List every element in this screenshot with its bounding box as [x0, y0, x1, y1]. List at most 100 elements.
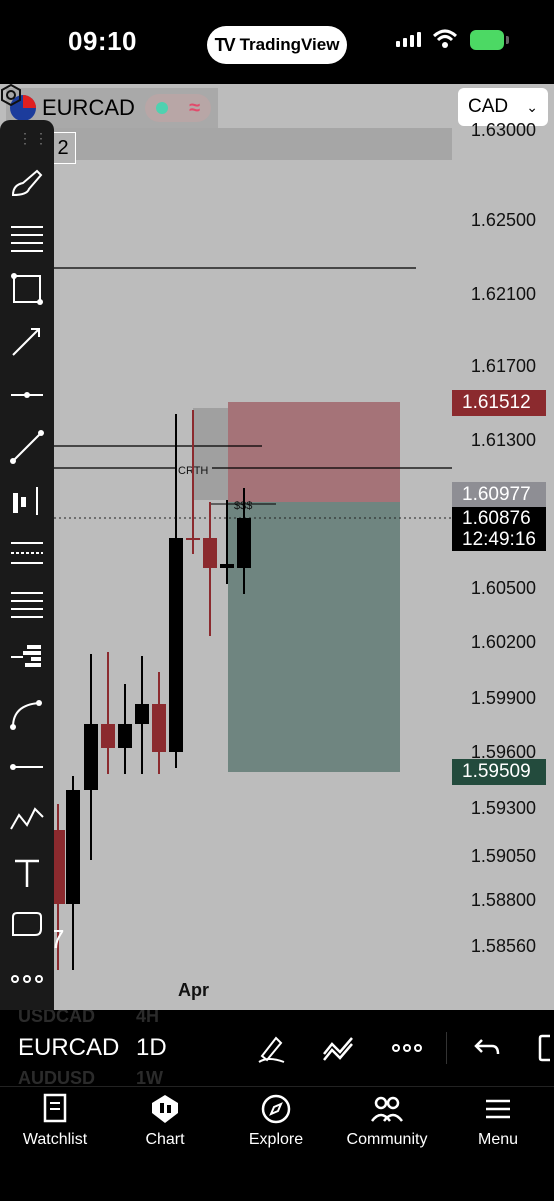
indicator-wave-icon: ≈	[189, 96, 201, 119]
horizontal-lines-tool[interactable]	[8, 218, 46, 256]
current-price-tag: 1.60876 12:49:16	[452, 507, 546, 551]
nav-explore[interactable]: Explore	[221, 1093, 331, 1149]
toolbar-divider	[446, 1032, 447, 1064]
candle-body	[66, 790, 80, 904]
horizontal-line-tool[interactable]	[8, 748, 46, 786]
symbol-name: EURCAD	[42, 95, 135, 120]
chart-area[interactable]: CRTH$$$ EURCAD ≈ 2 CAD ⌄ 1.630001.625001…	[0, 84, 554, 1010]
community-icon	[371, 1096, 403, 1122]
clock: 09:10	[68, 26, 137, 56]
arrow-line-tool[interactable]	[8, 322, 46, 360]
nav-label: Menu	[477, 1131, 519, 1148]
drag-handle-icon[interactable]: ⋮⋮	[18, 130, 50, 147]
candle-body	[237, 518, 251, 568]
status-bar: 09:10 TV TradingView	[0, 0, 554, 84]
pen-icon[interactable]	[256, 1032, 288, 1064]
more-tool[interactable]	[8, 960, 46, 998]
pattern-tool[interactable]	[8, 800, 46, 838]
price-range-icon	[13, 487, 38, 515]
indicator-toggle[interactable]: ≈	[144, 94, 211, 122]
entry-price-tag: 1.60977	[452, 482, 546, 508]
price-axis-label: 1.62100	[470, 284, 536, 304]
candle-body	[169, 538, 183, 752]
indicator-dot-icon	[155, 102, 168, 114]
stop-price-tag: 1.61512	[452, 390, 546, 416]
nav-community[interactable]: Community	[332, 1093, 442, 1149]
brush-icon	[11, 169, 43, 197]
indicators-icon[interactable]	[322, 1032, 356, 1064]
price-axis-label: 1.63000	[470, 120, 536, 140]
horizontal-ray-icon	[11, 392, 43, 398]
candle-body	[186, 538, 200, 540]
rectangle-icon	[11, 273, 43, 305]
callout-icon	[12, 912, 42, 936]
trend-line-tool[interactable]	[8, 428, 46, 466]
tradingview-logo-icon: TV	[214, 34, 236, 55]
menu-icon	[486, 1099, 510, 1119]
undo-icon[interactable]	[472, 1032, 502, 1064]
nav-label: Watchlist	[22, 1131, 88, 1148]
app-pill[interactable]: TV TradingView	[207, 26, 347, 64]
wifi-icon	[432, 29, 458, 48]
current-symbol[interactable]: EURCAD	[18, 1034, 119, 1062]
price-axis-label: 1.58560	[470, 936, 536, 956]
curve-tool[interactable]	[8, 696, 46, 734]
brush-tool[interactable]	[8, 164, 46, 202]
ghost-interval-below: 1W	[136, 1068, 163, 1086]
legend-strip	[54, 128, 452, 160]
date-axis-label: Apr	[178, 980, 209, 1000]
settings-icon[interactable]	[0, 84, 22, 106]
candle-body	[135, 704, 149, 724]
nav-label: Explore	[248, 1131, 304, 1148]
more-options-icon[interactable]	[390, 1032, 424, 1064]
horizontal-ray-tool[interactable]	[8, 376, 46, 414]
chevron-down-icon: ⌄	[526, 98, 538, 115]
current-interval[interactable]: 1D	[136, 1034, 167, 1062]
fib-channel-icon	[11, 542, 43, 564]
nav-chart[interactable]: Chart	[110, 1093, 220, 1149]
price-range-tool[interactable]	[8, 482, 46, 520]
price-axis-label: 1.59900	[470, 688, 536, 708]
grey-zone	[193, 408, 229, 500]
candle-body	[84, 724, 98, 790]
currency-label: CAD	[468, 96, 509, 117]
fib-channel-tool[interactable]	[8, 534, 46, 572]
signal-icon	[396, 32, 421, 47]
volume-profile-tool[interactable]	[8, 638, 46, 676]
nav-watchlist[interactable]: Watchlist	[0, 1093, 110, 1149]
candle-countdown: 12:49:16	[462, 529, 536, 550]
candle-body	[220, 564, 234, 568]
candle-body	[203, 538, 217, 568]
price-axis-label: 1.61700	[470, 356, 536, 376]
trend-line-icon	[10, 430, 44, 464]
drawing-toolbar: ⋮⋮	[0, 120, 54, 1010]
rectangle-tool[interactable]	[8, 270, 46, 308]
target-price-tag: 1.59509	[452, 759, 546, 785]
price-axis-label: 1.58800	[470, 890, 536, 910]
chart-icon	[152, 1095, 178, 1123]
price-axis-label: 1.59300	[470, 798, 536, 818]
current-price: 1.60876	[462, 508, 531, 529]
take-profit-zone	[228, 502, 400, 772]
more-icon	[11, 975, 43, 983]
volume-profile-icon	[11, 645, 41, 667]
price-axis-label: 1.60200	[470, 632, 536, 652]
callout-tool[interactable]	[8, 906, 46, 944]
text-tool[interactable]	[8, 854, 46, 892]
ghost-symbol-above: USDCAD	[18, 1010, 96, 1026]
nav-label: Community	[346, 1131, 428, 1148]
fib-levels-tool[interactable]	[8, 586, 46, 624]
horizontal-line-icon	[10, 764, 43, 770]
arrow-line-icon	[12, 328, 40, 356]
app-pill-label: TradingView	[239, 35, 340, 54]
watchlist-icon	[43, 1093, 67, 1123]
horizontal-lines-icon	[11, 226, 43, 252]
nav-label: Chart	[145, 1131, 185, 1148]
price-axis-label: 1.60500	[470, 578, 536, 598]
fullscreen-icon[interactable]	[536, 1032, 554, 1064]
symbol-interval-bar: USDCAD 4H EURCAD 1D AUDUSD 1W	[0, 1010, 554, 1086]
ghost-interval-above: 4H	[136, 1010, 160, 1026]
bottom-navigation: Watchlist Chart Explore Community Menu	[0, 1086, 554, 1201]
nav-menu[interactable]: Menu	[443, 1093, 553, 1149]
fib-levels-icon	[11, 592, 43, 618]
